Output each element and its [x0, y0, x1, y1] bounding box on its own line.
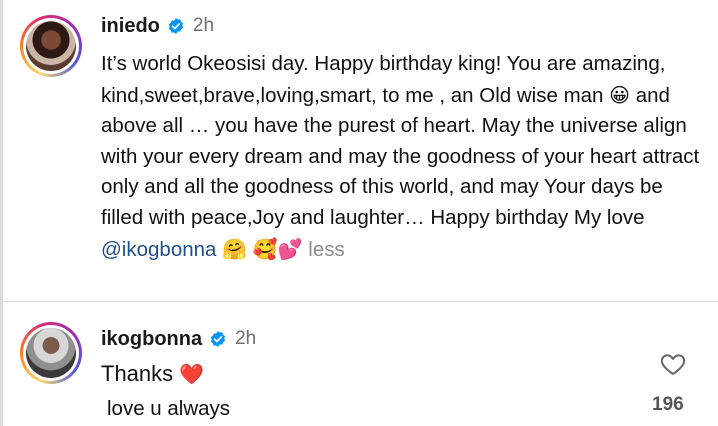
post-header: iniedo 2h	[101, 14, 214, 38]
comment-header: ikogbonna 2h	[101, 327, 256, 351]
verified-badge-icon	[211, 331, 226, 347]
post-username[interactable]: iniedo	[101, 15, 160, 38]
red-heart-emoji: ❤️	[179, 362, 205, 386]
post-author-avatar[interactable]	[20, 15, 82, 77]
caption-text-part-1: It’s world Okeosisi day. Happy birthday …	[101, 52, 666, 107]
commenter-avatar[interactable]	[20, 322, 82, 384]
avatar-image	[26, 21, 76, 71]
comment-timestamp: 2h	[235, 328, 257, 349]
like-count: 196	[652, 394, 684, 415]
heart-outline-icon[interactable]	[658, 350, 688, 378]
hearts-emoji: 🥰💕	[252, 236, 303, 261]
avatar-image	[26, 328, 76, 378]
post-caption: It’s world Okeosisi day. Happy birthday …	[101, 49, 701, 265]
post-timestamp: 2h	[192, 15, 215, 36]
comment-text: Thanks	[101, 361, 174, 386]
section-divider	[3, 301, 718, 302]
mention-link[interactable]: @ikogbonna	[101, 238, 216, 261]
comment-text-line-2: love u always	[107, 397, 231, 420]
comment-text-line-1: Thanks ❤️	[101, 361, 204, 387]
verified-badge-icon	[168, 18, 183, 34]
left-edge-border	[0, 0, 3, 426]
comment-username[interactable]: ikogbonna	[101, 328, 202, 351]
grinning-face-emoji: 😀	[609, 82, 631, 107]
comments-screen: iniedo 2h It’s world Okeosisi day. Happy…	[0, 0, 718, 426]
hugging-face-emoji: 🤗	[222, 236, 248, 261]
less-button[interactable]: less	[308, 238, 344, 261]
